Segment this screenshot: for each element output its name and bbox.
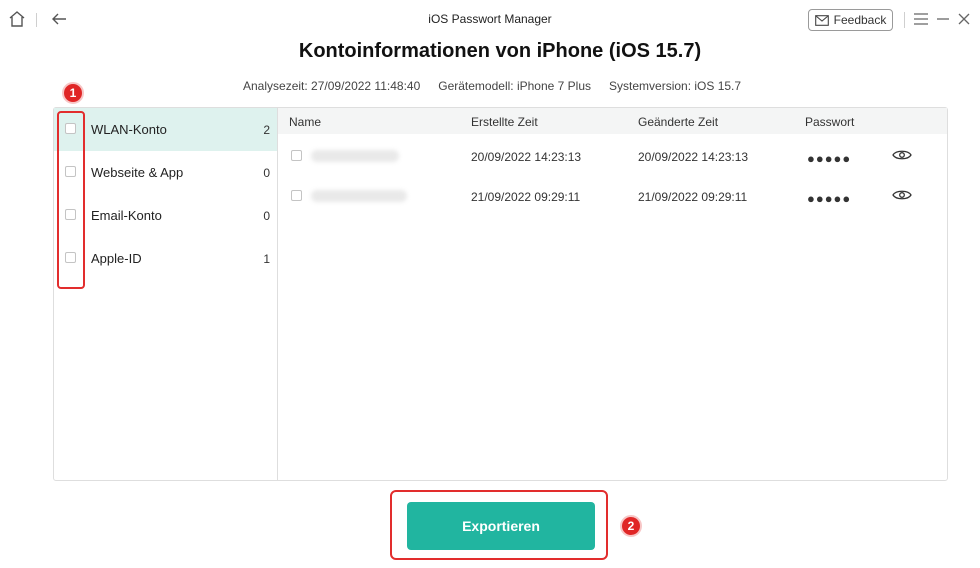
title-bar: iOS Passwort Manager Feedback xyxy=(0,0,980,40)
eye-icon[interactable] xyxy=(892,187,912,203)
account-name-blurred xyxy=(311,150,399,162)
sidebar-item-website-app[interactable]: Webseite & App 0 xyxy=(54,151,277,194)
category-label: Webseite & App xyxy=(91,165,184,180)
minimize-icon[interactable] xyxy=(936,12,950,26)
device-model: Gerätemodell: iPhone 7 Plus xyxy=(438,79,592,93)
category-sidebar: WLAN-Konto 2 Webseite & App 0 Email-Kont… xyxy=(54,108,278,480)
close-icon[interactable] xyxy=(957,12,971,26)
category-label: WLAN-Konto xyxy=(91,122,167,137)
page-title: Kontoinformationen von iPhone (iOS 15.7) xyxy=(298,40,702,62)
category-count: 0 xyxy=(263,166,270,180)
column-header-name[interactable]: Name xyxy=(289,115,321,129)
mail-icon xyxy=(814,14,829,26)
system-version: Systemversion: iOS 15.7 xyxy=(609,79,742,93)
device-info: Analysezeit: 27/09/2022 11:48:40 Gerätem… xyxy=(243,79,741,93)
column-header-created[interactable]: Erstellte Zeit xyxy=(471,115,538,129)
feedback-label: Feedback xyxy=(833,13,887,27)
row-checkbox[interactable] xyxy=(291,190,302,201)
password-masked: ●●●●● xyxy=(807,191,852,206)
sidebar-item-email[interactable]: Email-Konto 0 xyxy=(54,194,277,237)
analysis-time: Analysezeit: 27/09/2022 11:48:40 xyxy=(243,79,421,93)
modified-time: 21/09/2022 09:29:11 xyxy=(638,190,748,204)
modified-time: 20/09/2022 14:23:13 xyxy=(638,150,749,164)
category-label: Email-Konto xyxy=(91,208,162,223)
column-header-modified[interactable]: Geänderte Zeit xyxy=(638,115,718,129)
feedback-button[interactable]: Feedback xyxy=(808,9,893,31)
eye-icon[interactable] xyxy=(892,147,912,163)
category-count: 0 xyxy=(263,209,270,223)
category-label: Apple-ID xyxy=(91,251,142,266)
sidebar-item-apple-id[interactable]: Apple-ID 1 xyxy=(54,237,277,280)
table-row[interactable]: 21/09/2022 09:29:11 21/09/2022 09:29:11 … xyxy=(278,190,947,230)
export-button[interactable]: Exportieren xyxy=(407,502,595,550)
created-time: 21/09/2022 09:29:11 xyxy=(471,190,581,204)
created-time: 20/09/2022 14:23:13 xyxy=(471,150,582,164)
annotation-box-checkboxes xyxy=(57,111,85,289)
row-checkbox[interactable] xyxy=(291,150,302,161)
column-header-password[interactable]: Passwort xyxy=(805,115,854,129)
account-name-blurred xyxy=(311,190,407,202)
main-panel: WLAN-Konto 2 Webseite & App 0 Email-Kont… xyxy=(53,107,948,481)
category-count: 2 xyxy=(263,123,270,137)
table-row[interactable]: 20/09/2022 14:23:13 20/09/2022 14:23:13 … xyxy=(278,150,947,190)
annotation-badge-1: 1 xyxy=(62,82,84,104)
password-masked: ●●●●● xyxy=(807,151,852,166)
table-header: Name Erstellte Zeit Geänderte Zeit Passw… xyxy=(278,108,947,134)
menu-icon[interactable] xyxy=(913,12,929,26)
annotation-badge-2: 2 xyxy=(620,515,642,537)
category-count: 1 xyxy=(263,252,270,266)
account-table: Name Erstellte Zeit Geänderte Zeit Passw… xyxy=(278,108,947,480)
sidebar-item-wlan[interactable]: WLAN-Konto 2 xyxy=(54,108,277,151)
titlebar-divider xyxy=(904,12,905,28)
